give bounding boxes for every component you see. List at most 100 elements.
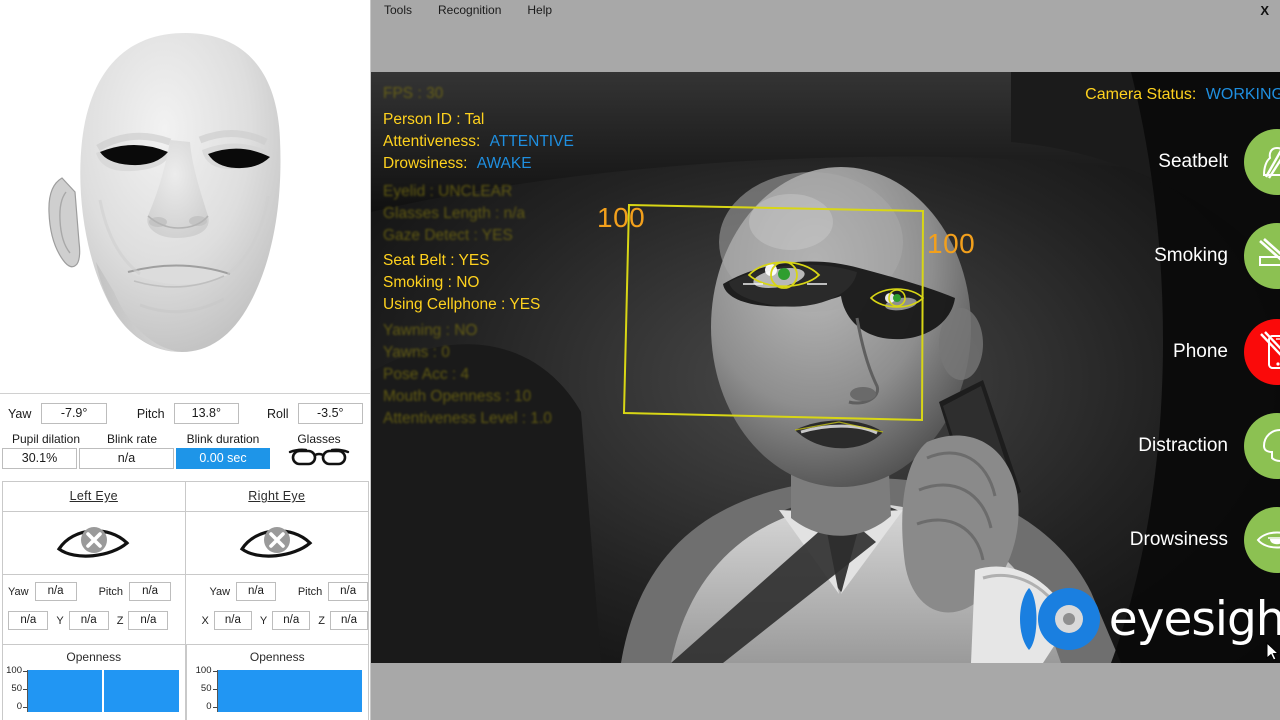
overlay-cellphone: Using Cellphone : YES [383,296,541,313]
right-eye-y-label: Y [259,614,268,627]
left-eye-z-value[interactable]: n/a [128,611,169,630]
status-row-phone[interactable]: Phone [1173,319,1280,385]
left-openness-title: Openness [66,650,122,664]
blink-duration-value[interactable]: 0.00 sec [176,448,270,469]
face-score-right: 100 [927,228,976,259]
overlay-seat-belt: Seat Belt : YES [383,252,490,269]
pitch-value[interactable]: 13.8° [173,403,240,424]
status-panel: Camera Status: WORKING Seatbelt Smoking [980,72,1280,663]
camera-status-label: Camera Status: [1085,86,1197,103]
overlay-dim-mouth-open: Mouth Openness : 10 [383,388,532,405]
right-openness-title: Openness [249,650,305,664]
eyesight-logo: eyesight [1017,580,1280,658]
status-label-distraction: Distraction [1138,435,1228,456]
yaw-value[interactable]: -7.9° [41,403,107,424]
right-eye-icon-cell [185,512,368,575]
right-eye-y-value[interactable]: n/a [272,611,311,630]
status-label-smoking: Smoking [1154,245,1228,266]
left-eye-icon-cell [3,512,186,575]
left-openness-tick-50: 50 [11,683,22,694]
right-eye-z-label: Z [318,614,325,627]
right-eye-pitch-value[interactable]: n/a [328,582,368,601]
camera-video-feed[interactable]: FPS : 30 Person ID : Tal Attentiveness: … [371,72,1280,663]
openness-bar [28,670,103,712]
left-openness-tick-0: 0 [16,701,22,712]
left-eye-openness-chart: Openness 100 50 0 [2,644,186,720]
status-row-distraction[interactable]: Distraction [1138,413,1280,479]
left-eye-title: Left Eye [3,482,186,512]
drowsiness-value: AWAKE [476,155,532,172]
camera-status: Camera Status: WORKING [1085,86,1280,104]
overlay-dim-gaze: Gaze Detect : YES [383,227,513,244]
overlay-attentiveness: Attentiveness: ATTENTIVE [383,133,574,151]
face-mesh-model [48,33,281,352]
overlay-dim-pose-acc: Pose Acc : 4 [383,366,470,383]
right-eye-x-value[interactable]: n/a [213,611,252,630]
left-eye-yaw-label: Yaw [8,585,29,598]
left-openness-tick-100: 100 [6,665,22,676]
right-openness-tick-0: 0 [206,701,212,712]
eye-closed-unavailable-icon [56,527,130,558]
overlay-dim-attn-level: Attentiveness Level : 1.0 [383,410,552,427]
overlay-drowsiness: Drowsiness: AWAKE [383,155,532,173]
person-id-label: Person ID : [383,111,461,128]
overlay-dim-yawns: Yawns : 0 [383,344,450,361]
head-turn-icon [1244,413,1280,479]
overlay-dim-yawning: Yawning : NO [383,322,478,339]
roll-value[interactable]: -3.5° [297,403,363,424]
menu-item-tools[interactable]: Tools [371,0,425,21]
left-analysis-panel: Yaw -7.9° Pitch 13.8° Roll -3.5° Pupil d… [0,0,371,720]
left-eye-pitch-label: Pitch [98,585,124,598]
status-row-smoking[interactable]: Smoking [1154,223,1280,289]
head-pose-row: Yaw -7.9° Pitch 13.8° Roll -3.5° [8,403,363,424]
left-eye-pitch-value[interactable]: n/a [129,582,172,601]
pupil-dilation-value[interactable]: 30.1% [2,448,77,469]
eye-closed-unavailable-icon [239,527,313,558]
status-label-drowsiness: Drowsiness [1129,529,1228,550]
openness-bar [217,670,362,712]
menu-bar: Tools Recognition Help X [371,0,1280,21]
face-mesh-viewport[interactable] [0,0,370,394]
left-eye-yaw-value[interactable]: n/a [34,582,77,601]
eyesight-mark-icon [1019,588,1100,650]
blink-rate-label: Blink rate [106,432,158,446]
right-eye-z-value[interactable]: n/a [329,611,369,630]
left-eye-values: Yaw n/a Pitch n/a X n/a Y n/a Z n/a [3,575,186,645]
left-eye-y-value[interactable]: n/a [68,611,109,630]
status-label-seatbelt: Seatbelt [1158,151,1228,172]
openness-bar [104,670,179,712]
overlay-dim-fps: FPS : 30 [383,85,444,102]
overlay-dim-eyelid: Eyelid : UNCLEAR [383,183,513,200]
glasses-icon [288,444,350,475]
right-eye-yaw-value[interactable]: n/a [236,582,276,601]
openness-charts: Openness 100 50 0 Openness 100 50 0 [2,644,369,720]
blink-duration-label: Blink duration [186,432,260,446]
open-eye-icon [1244,507,1280,573]
menu-item-help[interactable]: Help [514,0,565,21]
menu-item-recognition[interactable]: Recognition [425,0,514,21]
right-openness-tick-50: 50 [200,683,212,694]
no-phone-icon [1244,319,1280,385]
status-row-drowsiness[interactable]: Drowsiness [1130,507,1280,573]
left-eye-x-value[interactable]: n/a [8,611,49,630]
drowsiness-label: Drowsiness: [383,155,468,172]
metric-values-row: 30.1% n/a 0.00 sec [0,448,371,472]
right-eye-title: Right Eye [185,482,368,512]
mouse-cursor [1266,642,1280,661]
status-row-seatbelt[interactable]: Seatbelt [1158,129,1280,195]
status-label-phone: Phone [1173,341,1228,362]
face-score-left: 100 [597,202,646,233]
app-window: Yaw -7.9° Pitch 13.8° Roll -3.5° Pupil d… [0,0,1280,720]
blink-rate-value[interactable]: n/a [79,448,174,469]
person-id-value: Tal [464,111,485,128]
left-eye-y-label: Y [56,614,64,627]
right-openness-tick-100: 100 [195,665,212,676]
left-eye-z-label: Z [116,614,124,627]
close-button[interactable]: X [1254,0,1275,21]
left-openness-bars [28,670,179,712]
right-eye-openness-chart: Openness 100 50 0 [185,644,369,720]
camera-status-value: WORKING [1205,86,1280,103]
seatbelt-icon [1244,129,1280,195]
right-eye-x-label: X [201,614,209,627]
eye-details-table: Left Eye Right Eye Yaw n/a Pitch n/a n/a… [2,481,369,645]
